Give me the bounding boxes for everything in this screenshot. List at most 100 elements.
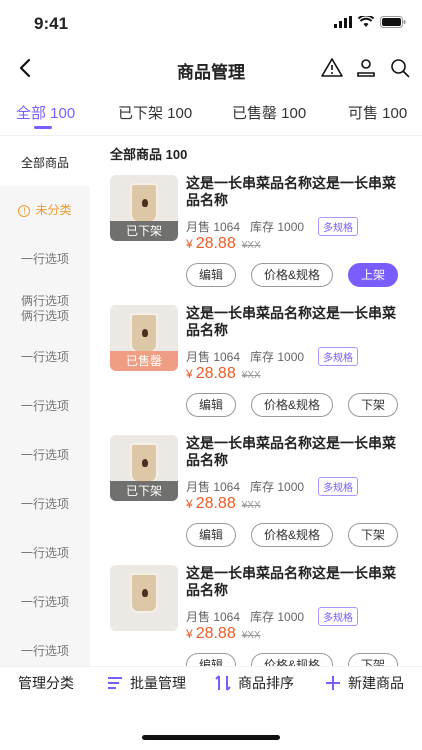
price-spec-button[interactable]: 价格&规格 xyxy=(250,653,333,666)
wifi-icon xyxy=(358,16,374,27)
sidebar-item-all[interactable]: 全部商品 xyxy=(0,140,90,186)
monthly-sales: 月售 1064 xyxy=(186,350,241,364)
sidebar-item[interactable]: 一行选项 xyxy=(0,382,90,431)
signal-icon xyxy=(334,16,352,28)
status-icons xyxy=(334,16,406,28)
product-actions: 编辑 价格&规格 下架 xyxy=(186,393,398,417)
product-image: 已下架 xyxy=(110,435,178,501)
edit-button[interactable]: 编辑 xyxy=(186,523,237,547)
sort-products-button[interactable]: 商品排序 xyxy=(214,673,294,693)
price-value: 28.88 xyxy=(195,235,236,252)
original-price: ¥XX xyxy=(241,500,261,511)
category-sidebar: 全部商品 ! 未分类 一行选项 俩行选项 俩行选项 一行选项 一行选项 一行选项… xyxy=(0,140,90,666)
sidebar-item[interactable]: 一行选项 xyxy=(0,529,90,578)
multi-spec-badge: 多规格 xyxy=(318,217,359,236)
edit-button[interactable]: 编辑 xyxy=(186,263,237,287)
product-name: 这是一长串菜品名称这是一长串菜品名称 xyxy=(186,175,396,208)
tab-offshelf[interactable]: 已下架 100 xyxy=(118,102,192,123)
edit-button[interactable]: 编辑 xyxy=(186,393,237,417)
batch-manage-button[interactable]: 批量管理 xyxy=(106,673,186,693)
stock-count: 库存 1000 xyxy=(250,610,305,624)
new-product-button[interactable]: 新建商品 xyxy=(324,673,404,693)
product-meta: 月售 1064 库存 1000 多规格 xyxy=(186,217,359,236)
multi-spec-badge: 多规格 xyxy=(318,607,359,626)
price-value: 28.88 xyxy=(195,625,236,642)
edit-button[interactable]: 编辑 xyxy=(186,653,237,666)
monthly-sales: 月售 1064 xyxy=(186,220,241,234)
user-icon[interactable] xyxy=(354,56,378,80)
product-card[interactable]: 已下架 这是一长串菜品名称这是一长串菜品名称 月售 1064 库存 1000 多… xyxy=(100,435,412,565)
tab-soldout[interactable]: 已售罄 100 xyxy=(232,102,306,123)
take-off-shelf-button[interactable]: 下架 xyxy=(347,523,398,547)
home-indicator xyxy=(142,735,280,740)
tab-all[interactable]: 全部 100 xyxy=(16,102,75,123)
tab-active-indicator xyxy=(34,126,52,129)
product-image xyxy=(110,565,178,631)
new-product-label: 新建商品 xyxy=(348,675,404,691)
multi-spec-badge: 多规格 xyxy=(318,347,359,366)
product-name: 这是一长串菜品名称这是一长串菜品名称 xyxy=(186,565,396,598)
drink-cup-image xyxy=(130,183,158,223)
product-name: 这是一长串菜品名称这是一长串菜品名称 xyxy=(186,305,396,338)
offshelf-tag: 已下架 xyxy=(110,221,178,241)
tab-available[interactable]: 可售 100 xyxy=(348,102,407,123)
product-card[interactable]: 这是一长串菜品名称这是一长串菜品名称 月售 1064 库存 1000 多规格 ¥… xyxy=(100,565,412,666)
section-title: 全部商品 100 xyxy=(110,147,188,162)
sidebar-item[interactable]: 俩行选项 俩行选项 xyxy=(0,284,90,333)
price-spec-button[interactable]: 价格&规格 xyxy=(250,263,333,287)
status-bar: 9:41 xyxy=(0,0,422,48)
warning-icon[interactable] xyxy=(320,56,344,80)
product-meta: 月售 1064 库存 1000 多规格 xyxy=(186,347,359,366)
original-price: ¥XX xyxy=(241,240,261,251)
product-image: 已下架 xyxy=(110,175,178,241)
sidebar-item[interactable]: 一行选项 xyxy=(0,578,90,627)
price-spec-button[interactable]: 价格&规格 xyxy=(250,393,333,417)
info-icon: ! xyxy=(18,204,31,217)
price-value: 28.88 xyxy=(195,365,236,382)
manage-category-label: 管理分类 xyxy=(18,675,74,691)
product-meta: 月售 1064 库存 1000 多规格 xyxy=(186,477,359,496)
put-on-shelf-button[interactable]: 上架 xyxy=(347,263,398,287)
product-price: ¥28.88 ¥XX xyxy=(186,235,261,253)
product-price: ¥28.88 ¥XX xyxy=(186,365,261,383)
list-icon xyxy=(108,677,122,689)
bottom-action-bar: 管理分类 批量管理 商品排序 新建商品 xyxy=(0,666,422,750)
sidebar-item[interactable]: 一行选项 xyxy=(0,480,90,529)
offshelf-tag: 已下架 xyxy=(110,481,178,501)
status-tabs: 全部 100 已下架 100 已售罄 100 可售 100 xyxy=(0,96,422,136)
original-price: ¥XX xyxy=(241,630,261,641)
product-card[interactable]: 已售罄 这是一长串菜品名称这是一长串菜品名称 月售 1064 库存 1000 多… xyxy=(100,305,412,435)
sidebar-item[interactable]: 一行选项 xyxy=(0,235,90,284)
monthly-sales: 月售 1064 xyxy=(186,480,241,494)
drink-cup-image xyxy=(130,573,158,613)
sidebar-item[interactable]: 一行选项 xyxy=(0,333,90,382)
stock-count: 库存 1000 xyxy=(250,480,305,494)
nav-bar: 商品管理 xyxy=(0,48,422,90)
manage-category-button[interactable]: 管理分类 xyxy=(18,673,74,693)
product-price: ¥28.88 ¥XX xyxy=(186,625,261,643)
status-time: 9:41 xyxy=(34,14,69,33)
sidebar-item-label: 未分类 xyxy=(35,203,72,217)
take-off-shelf-button[interactable]: 下架 xyxy=(347,393,398,417)
price-value: 28.88 xyxy=(195,495,236,512)
currency-symbol: ¥ xyxy=(186,627,193,641)
product-price: ¥28.88 ¥XX xyxy=(186,495,261,513)
sidebar-item[interactable]: 一行选项 xyxy=(0,431,90,480)
currency-symbol: ¥ xyxy=(186,497,193,511)
sort-products-label: 商品排序 xyxy=(238,675,294,691)
stock-count: 库存 1000 xyxy=(250,350,305,364)
currency-symbol: ¥ xyxy=(186,237,193,251)
search-icon[interactable] xyxy=(388,56,412,80)
plus-icon xyxy=(326,676,340,690)
product-image: 已售罄 xyxy=(110,305,178,371)
currency-symbol: ¥ xyxy=(186,367,193,381)
sort-icon xyxy=(215,675,231,691)
product-name: 这是一长串菜品名称这是一长串菜品名称 xyxy=(186,435,396,468)
multi-spec-badge: 多规格 xyxy=(318,477,359,496)
sidebar-item-uncategorized[interactable]: ! 未分类 xyxy=(0,186,90,235)
product-card[interactable]: 已下架 这是一长串菜品名称这是一长串菜品名称 月售 1064 库存 1000 多… xyxy=(100,175,412,305)
take-off-shelf-button[interactable]: 下架 xyxy=(347,653,398,666)
product-actions: 编辑 价格&规格 下架 xyxy=(186,653,398,666)
batch-manage-label: 批量管理 xyxy=(130,675,186,691)
price-spec-button[interactable]: 价格&规格 xyxy=(250,523,333,547)
